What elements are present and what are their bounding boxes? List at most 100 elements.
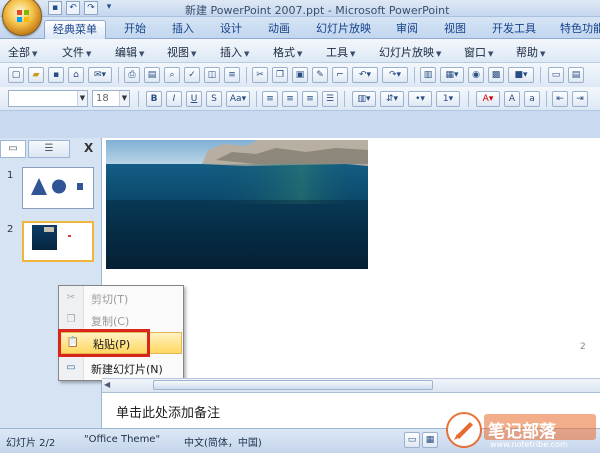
font-color-icon[interactable]: A▾ (476, 91, 500, 107)
justify-icon[interactable]: ☰ (322, 91, 338, 107)
outline-tab-icon[interactable]: ☰ (28, 140, 70, 158)
scrollbar-thumb[interactable] (153, 380, 433, 390)
search-icon[interactable]: ⌕ (164, 67, 180, 83)
status-slide-info: 幻灯片 2/2 (6, 438, 56, 449)
shrink-font-icon[interactable]: a (524, 91, 540, 107)
tab-home[interactable]: 开始 (116, 20, 154, 39)
scissors-icon[interactable]: ✂ (252, 67, 268, 83)
columns-icon[interactable]: ▥▾ (352, 91, 376, 107)
menu-tools[interactable]: 工具 ▼ (326, 44, 355, 60)
print-preview-icon[interactable]: ▤ (144, 67, 160, 83)
watermark-brand: 笔记部落 (488, 422, 556, 442)
tab-features[interactable]: 特色功能 (552, 20, 600, 39)
spelling-icon[interactable]: ✓ (184, 67, 200, 83)
menu-window[interactable]: 窗口 ▼ (464, 44, 493, 60)
redo-icon[interactable]: ↷ (84, 1, 98, 15)
redo-icon[interactable]: ↷▾ (382, 67, 408, 83)
bold-icon[interactable]: B (146, 91, 162, 107)
office-logo-icon (17, 10, 29, 22)
email-icon[interactable]: ✉▾ (88, 67, 112, 83)
chevron-down-icon: ▼ (77, 91, 87, 106)
align-right-icon[interactable]: ≡ (302, 91, 318, 107)
status-language: 中文(简体，中国) (184, 438, 262, 449)
chevron-down-icon: ▼ (244, 50, 250, 58)
slide-number-2: 2 (7, 224, 14, 235)
menu-label: 工具 (326, 46, 348, 59)
tab-view[interactable]: 视图 (436, 20, 474, 39)
new-file-icon[interactable]: ▢ (8, 67, 24, 83)
tab-classic-menu[interactable]: 经典菜单 (44, 20, 106, 39)
notes-placeholder: 单击此处添加备注 (116, 406, 221, 421)
close-icon[interactable]: X (84, 141, 93, 155)
slides-tab-icon[interactable]: ▭ (0, 140, 26, 158)
grayscale-icon[interactable]: ■▾ (508, 67, 534, 83)
tab-insert[interactable]: 插入 (164, 20, 202, 39)
tab-animation[interactable]: 动画 (260, 20, 298, 39)
undo-icon[interactable]: ↶▾ (352, 67, 378, 83)
thesaurus-icon[interactable]: ≡ (224, 67, 240, 83)
slide-sorter-icon[interactable]: ▦ (422, 432, 438, 448)
copy-icon[interactable]: ❐ (272, 67, 288, 83)
align-left-icon[interactable]: ≡ (262, 91, 278, 107)
menu-item-cut[interactable]: ✂ 剪切(T) (59, 288, 183, 308)
customize-icon[interactable]: ▾ (102, 1, 116, 15)
research-icon[interactable]: ◫ (204, 67, 220, 83)
menu-edit[interactable]: 编辑 ▼ (115, 44, 144, 60)
separator (546, 91, 547, 107)
increase-indent-icon[interactable]: ⇥ (572, 91, 588, 107)
menu-item-copy[interactable]: ❐ 复制(C) (59, 310, 183, 330)
tab-design[interactable]: 设计 (212, 20, 250, 39)
slide-picture[interactable] (106, 140, 368, 269)
picture-icon[interactable]: ▩ (488, 67, 504, 83)
window-title: 新建 PowerPoint 2007.ppt - Microsoft Power… (185, 4, 450, 17)
bullets-icon[interactable]: •▾ (408, 91, 432, 107)
slide-thumbnail-2[interactable] (22, 221, 94, 262)
hyperlink-icon[interactable]: ◉ (468, 67, 484, 83)
shapes-preview-icon (31, 178, 83, 195)
chart-icon[interactable]: ▥ (420, 67, 436, 83)
tab-review[interactable]: 审阅 (388, 20, 426, 39)
chevron-down-icon: ▼ (191, 50, 197, 58)
table-icon[interactable]: ▦▾ (440, 67, 464, 83)
italic-icon[interactable]: I (166, 91, 182, 107)
paste-icon[interactable]: ▣ (292, 67, 308, 83)
save-icon[interactable]: ▪ (48, 1, 62, 15)
menu-insert[interactable]: 插入 ▼ (220, 44, 249, 60)
tab-slideshow[interactable]: 幻灯片放映 (308, 20, 379, 39)
standard-toolbar: ▢ ▰ ▪ ⌂ ✉▾ ⎙ ▤ ⌕ ✓ ◫ ≡ ✂ ❐ ▣ ✎ ⌐ ↶▾ ↷▾ ▥… (0, 63, 600, 87)
layout-icon[interactable]: ▤ (568, 67, 584, 83)
open-folder-icon[interactable]: ▰ (28, 67, 44, 83)
menu-format[interactable]: 格式 ▼ (273, 44, 302, 60)
scroll-left-icon[interactable]: ◀ (104, 380, 110, 389)
save-icon[interactable]: ▪ (48, 67, 64, 83)
chevron-down-icon: ▼ (436, 50, 442, 58)
change-case-icon[interactable]: Aa▾ (226, 91, 250, 107)
menu-item-new-slide[interactable]: ▭ 新建幻灯片(N) (59, 358, 183, 378)
grow-font-icon[interactable]: A (504, 91, 520, 107)
normal-view-icon[interactable]: ▭ (404, 432, 420, 448)
format-painter-icon[interactable]: ✎ (312, 67, 328, 83)
separator (540, 67, 541, 83)
numbering-icon[interactable]: 1▾ (436, 91, 460, 107)
text-direction-icon[interactable]: ⇵▾ (380, 91, 404, 107)
decrease-indent-icon[interactable]: ⇤ (552, 91, 568, 107)
print-icon[interactable]: ⎙ (124, 67, 140, 83)
tab-developer[interactable]: 开发工具 (484, 20, 544, 39)
menu-help[interactable]: 帮助 ▼ (516, 44, 545, 60)
separator (246, 67, 247, 83)
undo-icon[interactable]: ↶ (66, 1, 80, 15)
separator (138, 91, 139, 107)
font-size-combo[interactable]: 18 ▼ (92, 90, 130, 107)
brush-icon[interactable]: ⌐ (332, 67, 348, 83)
menu-all[interactable]: 全部 ▼ (8, 44, 37, 60)
menu-file[interactable]: 文件 ▼ (62, 44, 91, 60)
menu-view[interactable]: 视图 ▼ (167, 44, 196, 60)
strikethrough-icon[interactable]: S (206, 91, 222, 107)
font-name-combo[interactable]: ▼ (8, 90, 88, 107)
permission-icon[interactable]: ⌂ (68, 67, 84, 83)
underline-icon[interactable]: U (186, 91, 202, 107)
menu-slideshow[interactable]: 幻灯片放映 ▼ (379, 44, 441, 60)
slide-thumbnail-1[interactable] (22, 167, 94, 209)
align-center-icon[interactable]: ≡ (282, 91, 298, 107)
new-slide-icon[interactable]: ▭ (548, 67, 564, 83)
